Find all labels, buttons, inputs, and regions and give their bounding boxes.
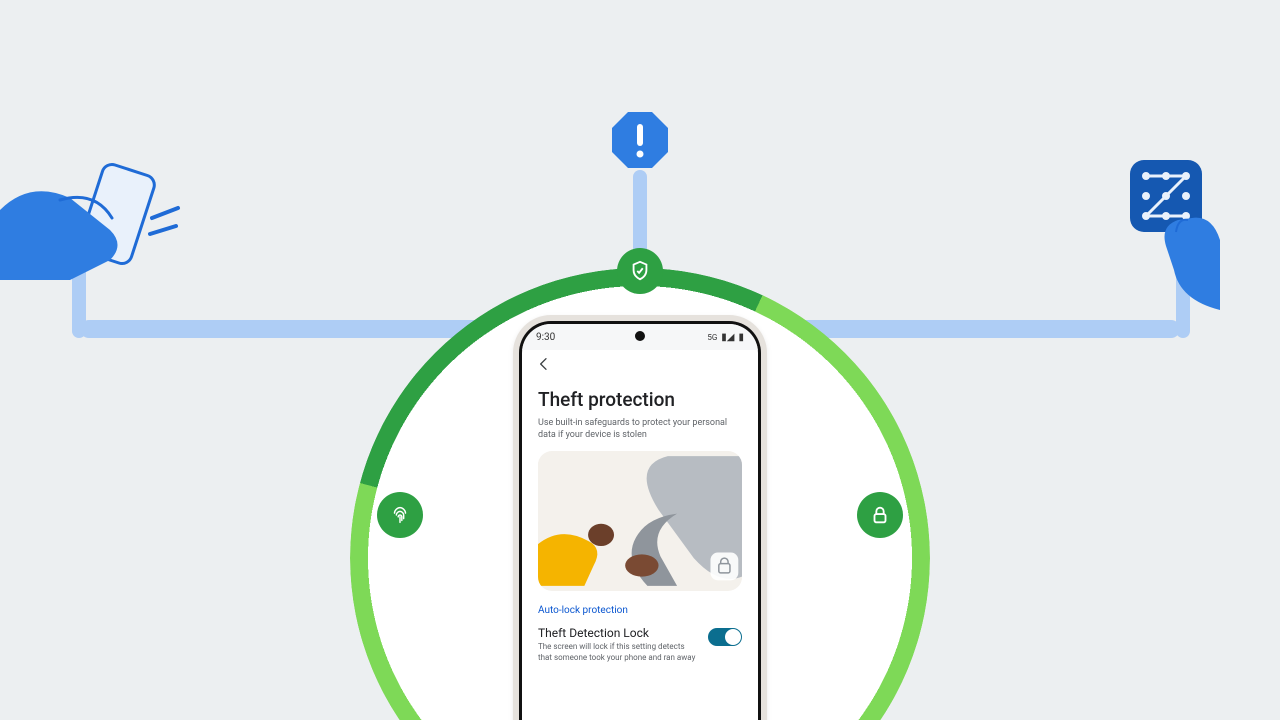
warning-octagon-icon bbox=[610, 110, 670, 170]
hero-illustration: 9:30 5G ▮◢ ▮ Theft protection Use built-… bbox=[0, 0, 1280, 720]
status-battery-icon: ▮ bbox=[738, 332, 744, 343]
page-title: Theft protection bbox=[538, 388, 742, 411]
hand-swipe-phone-illustration bbox=[0, 160, 210, 280]
arrow-left-icon bbox=[536, 356, 552, 372]
check-icon bbox=[728, 632, 738, 642]
setting-row[interactable]: Theft Detection Lock The screen will loc… bbox=[538, 626, 742, 664]
page-subtitle: Use built-in safeguards to protect your … bbox=[538, 417, 742, 441]
status-signal-icon: ▮◢ bbox=[721, 332, 734, 343]
setting-description: The screen will lock if this setting det… bbox=[538, 642, 698, 664]
toggle-switch[interactable] bbox=[708, 628, 742, 646]
camera-punchhole bbox=[635, 331, 645, 341]
back-button[interactable] bbox=[522, 350, 758, 376]
phone-mockup: 9:30 5G ▮◢ ▮ Theft protection Use built-… bbox=[513, 315, 767, 720]
phone-screen: 9:30 5G ▮◢ ▮ Theft protection Use built-… bbox=[522, 324, 758, 720]
shield-node-icon bbox=[617, 248, 663, 294]
hero-card-illustration bbox=[538, 451, 742, 591]
pattern-lock-illustration bbox=[1100, 160, 1220, 310]
section-label: Auto-lock protection bbox=[538, 605, 742, 616]
fingerprint-node-icon bbox=[377, 492, 423, 538]
status-network: 5G bbox=[707, 333, 717, 342]
status-time: 9:30 bbox=[536, 332, 555, 343]
lock-node-icon bbox=[857, 492, 903, 538]
setting-title: Theft Detection Lock bbox=[538, 626, 698, 640]
